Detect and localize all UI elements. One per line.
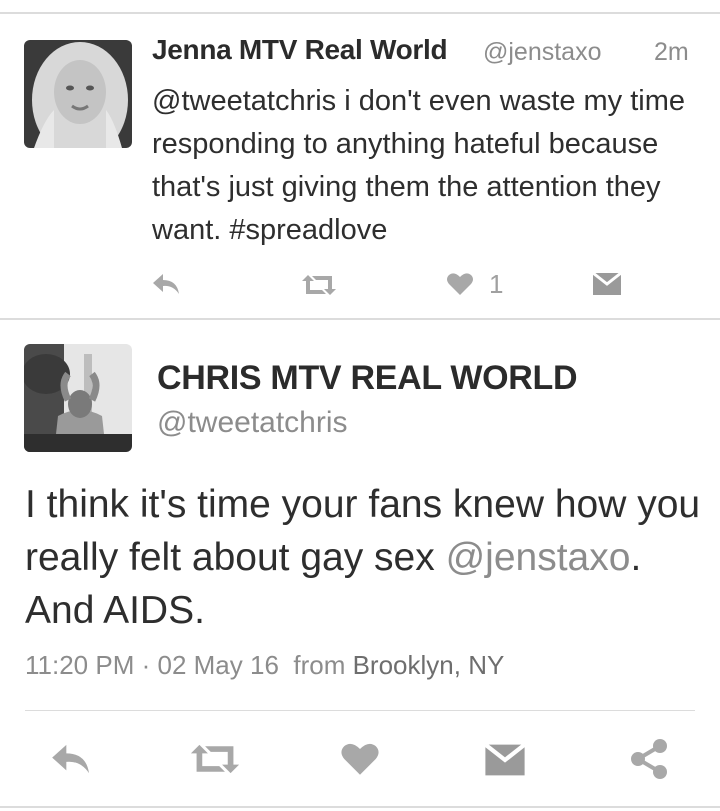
retweet-icon-large[interactable] [188,742,242,781]
bottom-divider [0,806,720,808]
reply-icon-large[interactable] [48,742,96,781]
tweet-divider [0,318,720,320]
avatar-jenna[interactable] [24,40,132,148]
tweet-2-location[interactable]: Brooklyn, NY [353,650,505,680]
tweet-1-timestamp: 2m [654,38,689,66]
tweet-1-author-handle[interactable]: @jenstaxo [483,38,602,67]
tweet-2-mention-link[interactable]: @jenstaxo [446,536,631,579]
like-icon[interactable] [446,272,474,301]
action-bar-divider [25,710,695,711]
like-icon-large[interactable] [340,741,380,782]
direct-message-icon[interactable] [592,271,622,301]
avatar-chris[interactable] [24,344,132,452]
tweet-2-author-name[interactable]: CHRIS MTV REAL WORLD [157,359,578,398]
tweet-1-author-name[interactable]: Jenna MTV Real World [152,34,448,66]
retweet-icon[interactable] [300,273,338,302]
share-icon[interactable] [628,738,670,785]
meta-separator: · [141,650,151,680]
tweet-2-text: I think it's time your fans knew how you… [25,478,705,637]
tweet-2-meta: 11:20 PM · 02 May 16 from Brooklyn, NY [25,650,504,681]
tweet-2-author-handle[interactable]: @tweetatchris [157,406,348,440]
from-label: from [293,650,346,680]
tweet-2-time: 11:20 PM [25,650,135,680]
reply-icon[interactable] [151,272,183,301]
tweet-1-text: @tweetatchris i don't even waste my time… [152,85,686,246]
direct-message-icon-large[interactable] [484,742,526,782]
tweet-2-date: 02 May 16 [157,650,279,680]
like-count: 1 [489,269,504,299]
top-divider [0,12,720,14]
